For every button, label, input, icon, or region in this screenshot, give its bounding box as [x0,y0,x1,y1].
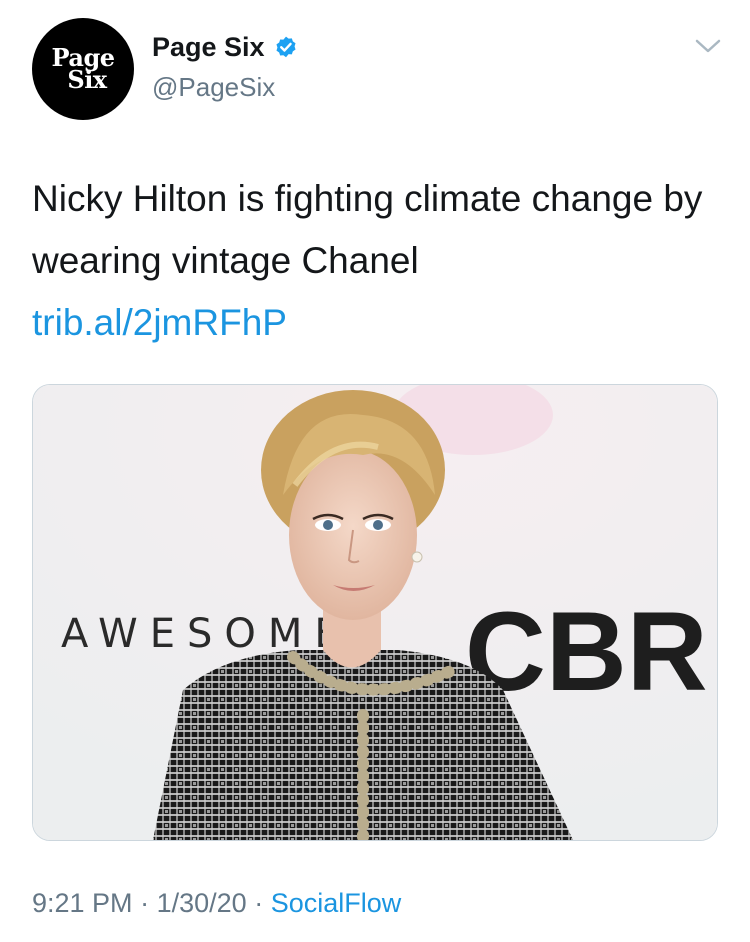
tweet-source[interactable]: SocialFlow [271,888,402,918]
tweet-time[interactable]: 9:21 PM [32,888,133,918]
chevron-down-icon[interactable] [694,36,722,56]
avatar[interactable]: Page Six [32,18,134,120]
tweet-body: Nicky Hilton is fighting climate change … [32,178,703,281]
tweet-link[interactable]: trib.al/2jmRFhP [32,292,722,354]
display-name: Page Six [152,32,265,62]
tweet-date[interactable]: 1/30/20 [157,888,247,918]
handle[interactable]: @PageSix [152,72,275,103]
author-name-row[interactable]: Page Six [152,32,299,63]
tweet-text: Nicky Hilton is fighting climate change … [32,168,722,354]
media-card[interactable]: AWESOME CBR [32,384,718,841]
meta-separator: · [140,888,150,918]
media-image: AWESOME CBR [33,385,717,840]
meta-separator-2: · [254,888,264,918]
verified-badge-icon [276,36,296,57]
tweet-meta: 9:21 PM · 1/30/20 · SocialFlow [32,888,401,919]
avatar-text-six: Six [67,65,107,94]
